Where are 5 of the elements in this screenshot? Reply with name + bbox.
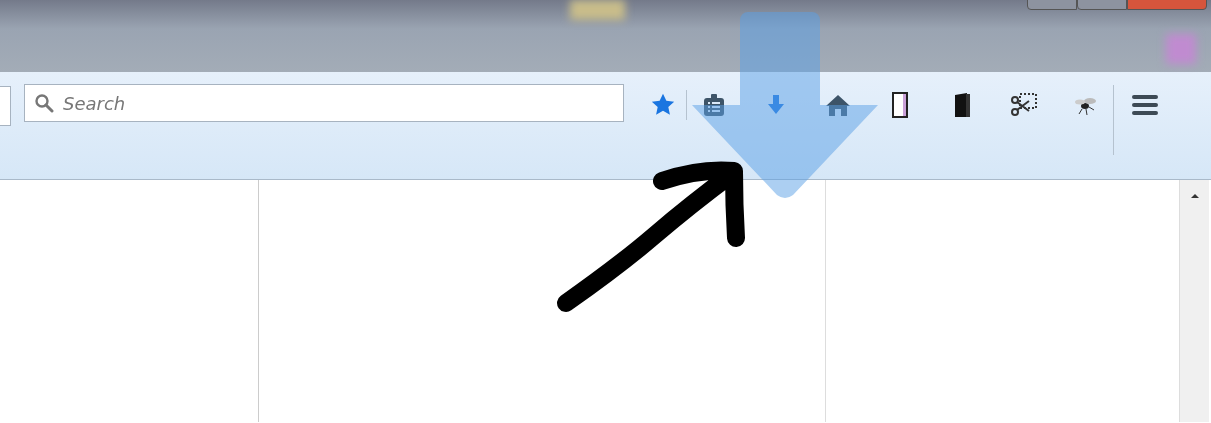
address-field[interactable] <box>0 86 11 126</box>
search-field[interactable]: Search <box>24 84 624 122</box>
scroll-up-arrow-icon[interactable] <box>1189 192 1200 200</box>
scrollbar[interactable] <box>1179 180 1209 422</box>
blurred-icon <box>1166 34 1196 64</box>
